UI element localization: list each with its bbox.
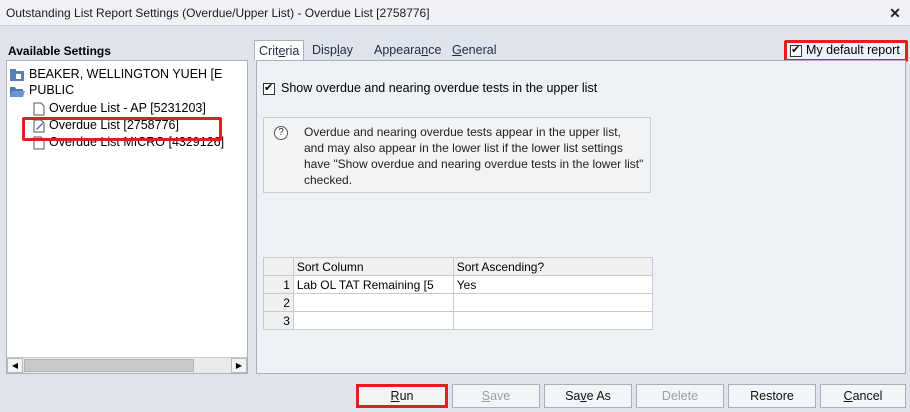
my-default-report-checkbox[interactable]: My default report [784,40,908,62]
criteria-panel: Show overdue and nearing overdue tests i… [256,60,906,374]
tab-criteria[interactable]: Criteria [254,40,305,61]
tree-item-overdue-ap[interactable]: Overdue List - AP [5231203] [33,99,206,117]
info-text: Overdue and nearing overdue tests appear… [304,125,644,187]
grid-header-num [263,257,294,276]
sort-column-cell[interactable] [292,293,454,312]
run-button[interactable]: Run [356,384,448,408]
selection-highlight [22,117,222,141]
horizontal-scrollbar[interactable]: ◀ ▶ [7,357,247,373]
question-icon: ? [274,126,288,140]
folder-open-icon [10,86,25,97]
tab-appearance[interactable]: Appearance [374,40,441,60]
document-icon [33,102,45,116]
settings-window: Outstanding List Report Settings (Overdu… [0,0,910,412]
checkbox-checked-icon[interactable] [790,43,802,58]
row-number: 3 [263,311,294,330]
info-box: ? Overdue and nearing overdue tests appe… [263,117,651,193]
sort-ascending-cell[interactable] [452,311,654,330]
tree-item-label: PUBLIC [29,83,75,97]
save-as-button[interactable]: Save As [544,384,632,408]
tab-general[interactable]: General [452,40,496,60]
show-overdue-label: Show overdue and nearing overdue tests i… [281,81,598,95]
delete-button[interactable]: Delete [636,384,724,408]
restore-button[interactable]: Restore [728,384,816,408]
available-settings-panel: Available Settings BEAKER, WELLINGTON YU… [0,38,250,376]
tree-item-public[interactable]: PUBLIC [9,81,74,99]
my-default-report-label: My default report [806,43,900,57]
window-title: Outstanding List Report Settings (Overdu… [6,6,430,20]
user-folder-icon [10,68,24,81]
scrollbar-thumb[interactable] [24,359,194,372]
button-bar: Run Save Save As Delete Restore Cancel [0,378,910,412]
row-number: 2 [263,293,294,312]
checkbox-checked-icon[interactable] [263,81,275,95]
save-button[interactable]: Save [452,384,540,408]
sort-column-cell[interactable]: Lab OL TAT Remaining [5 [292,275,454,294]
scroll-left-icon[interactable]: ◀ [7,358,23,373]
row-number: 1 [263,275,294,294]
grid-header-sort-ascending[interactable]: Sort Ascending? [452,257,654,276]
sort-ascending-cell[interactable]: Yes [452,275,654,294]
title-bar: Outstanding List Report Settings (Overdu… [0,0,910,26]
table-row[interactable]: 3 [263,311,654,330]
settings-tree[interactable]: BEAKER, WELLINGTON YUEH [E PUBLIC Overdu… [6,60,248,374]
scroll-right-icon[interactable]: ▶ [231,358,247,373]
tree-item-label: BEAKER, WELLINGTON YUEH [E [29,67,223,81]
sort-grid[interactable]: Sort Column Sort Ascending? 1 Lab OL TAT… [263,257,654,330]
close-icon[interactable]: ✕ [884,3,906,23]
show-overdue-option[interactable]: Show overdue and nearing overdue tests i… [263,81,597,95]
grid-header-row: Sort Column Sort Ascending? [263,257,654,276]
cancel-button[interactable]: Cancel [820,384,906,408]
sort-ascending-cell[interactable] [452,293,654,312]
sort-column-cell[interactable] [292,311,454,330]
grid-header-sort-column[interactable]: Sort Column [292,257,454,276]
available-settings-header: Available Settings [8,44,111,58]
table-row[interactable]: 1 Lab OL TAT Remaining [5 Yes [263,275,654,294]
table-row[interactable]: 2 [263,293,654,312]
tree-item-label: Overdue List - AP [5231203] [49,101,206,115]
tab-display[interactable]: Display [312,40,353,60]
